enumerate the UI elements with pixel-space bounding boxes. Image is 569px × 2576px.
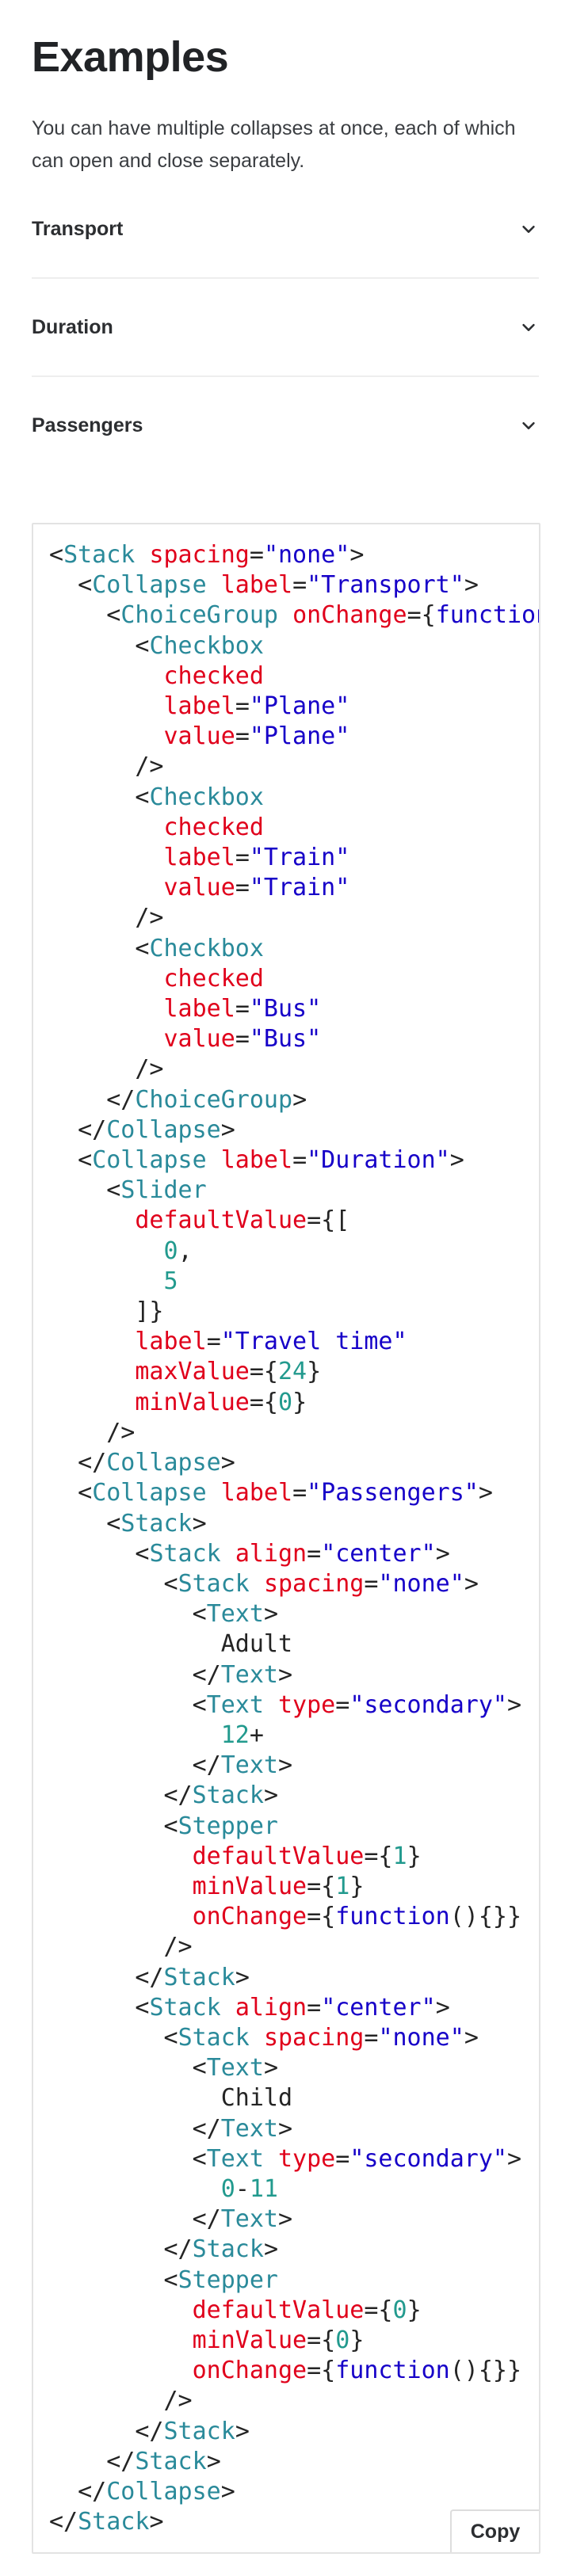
- collapse-label: Passengers: [32, 413, 143, 436]
- code-example: <Stack spacing="none"> <Collapse label="…: [32, 523, 540, 2554]
- collapse-label: Duration: [32, 315, 113, 338]
- collapse-duration[interactable]: Duration: [32, 279, 539, 377]
- collapse-transport[interactable]: Transport: [32, 181, 539, 279]
- collapse-passengers[interactable]: Passengers: [32, 377, 539, 474]
- chevron-down-icon: [518, 317, 539, 337]
- chevron-down-icon: [518, 219, 539, 239]
- copy-button[interactable]: Copy: [450, 2509, 539, 2552]
- chevron-down-icon: [518, 415, 539, 436]
- collapse-label: Transport: [32, 217, 124, 240]
- intro-text: You can have multiple collapses at once,…: [32, 117, 516, 172]
- code-block: <Stack spacing="none"> <Collapse label="…: [49, 541, 540, 2536]
- page-title: Examples: [32, 33, 229, 81]
